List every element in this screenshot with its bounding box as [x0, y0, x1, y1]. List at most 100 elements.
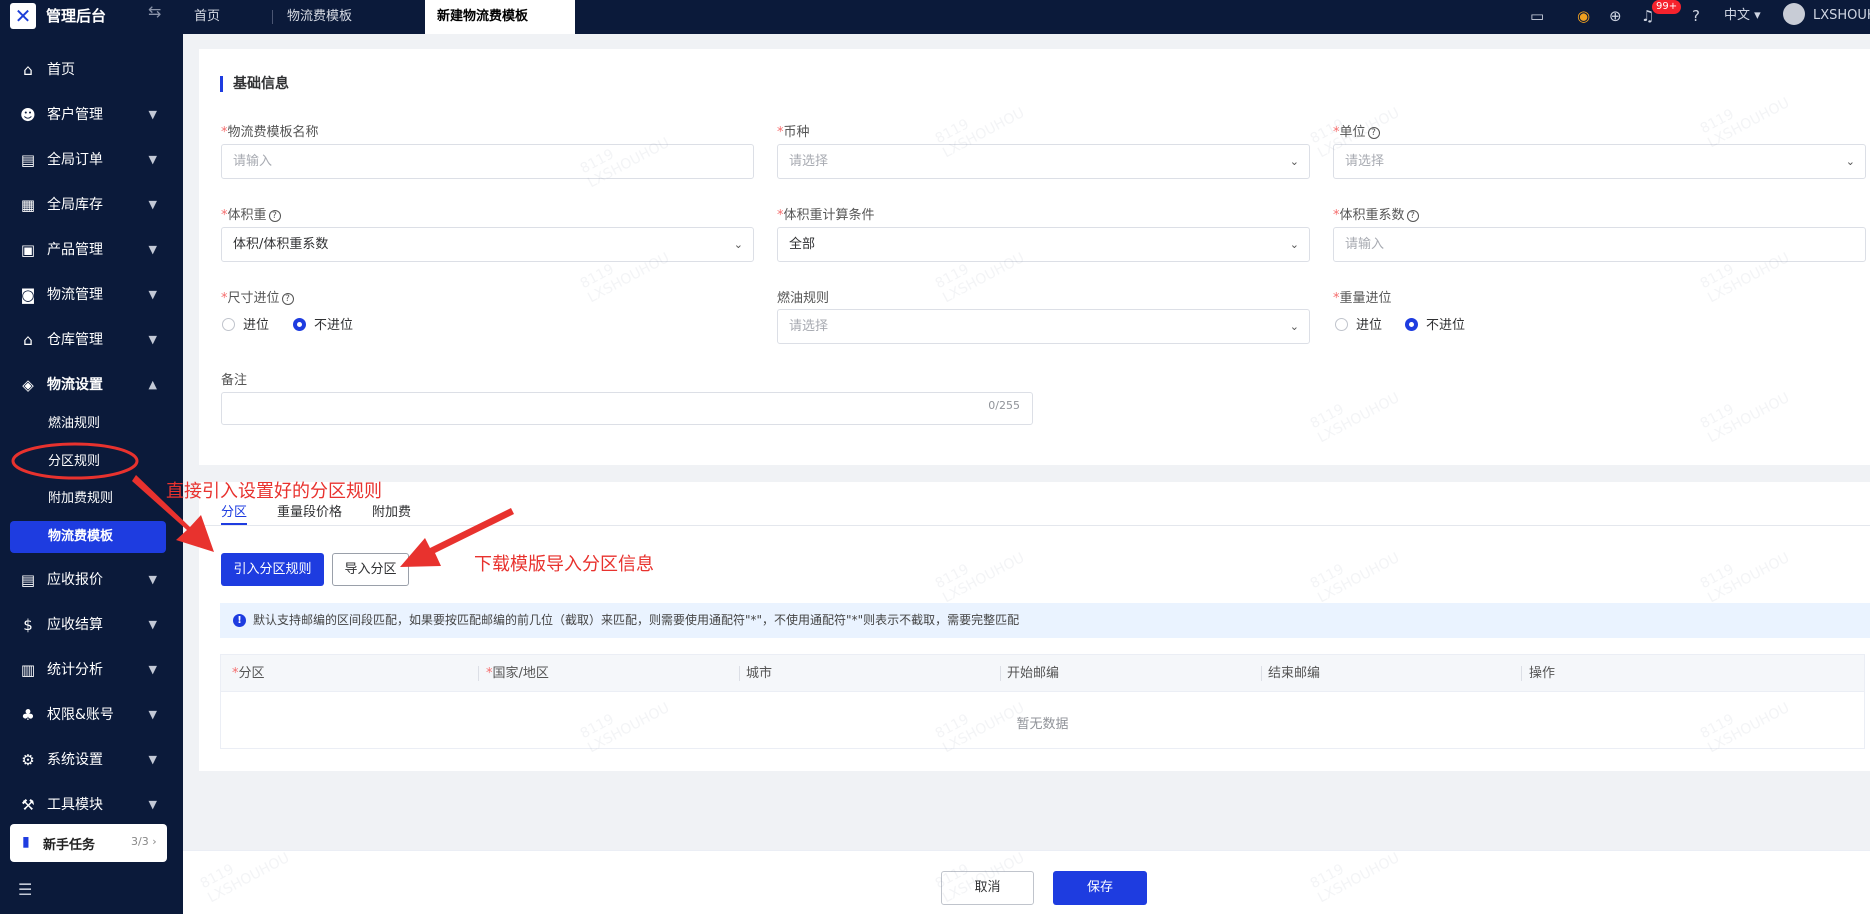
tab-weight-price[interactable]: 重量段价格 — [277, 501, 342, 520]
table-header: *分区 *国家/地区 城市 开始邮编 结束邮编 操作 — [221, 655, 1864, 692]
sidebar-item-receivable-quote[interactable]: ▤ 应收报价 ▼ — [0, 562, 183, 598]
robot-icon[interactable]: ◉ — [1577, 0, 1590, 34]
remark-counter: 0/255 — [988, 399, 1020, 412]
chevron-down-icon: ▼ — [148, 618, 157, 631]
sidebar-item-receivable-settlement[interactable]: $ 应收结算 ▼ — [0, 607, 183, 643]
beginner-task-card[interactable]: ▮ 新手任务 3/3 › — [10, 824, 167, 862]
chevron-down-icon: ▼ — [148, 333, 157, 346]
sidebar-item-products[interactable]: ▣ 产品管理 ▼ — [0, 232, 183, 268]
sidebar-item-label: 统计分析 — [47, 662, 103, 678]
language-select[interactable]: 中文 ▾ — [1724, 0, 1761, 34]
chevron-down-icon: ▼ — [148, 153, 157, 166]
chevron-down-icon: ▼ — [148, 798, 157, 811]
settlement-icon: $ — [23, 616, 33, 634]
fuel-rule-label: 燃油规则 — [777, 291, 830, 306]
size-rounding-radio-no-round[interactable]: 不进位 — [293, 318, 353, 334]
volume-weight-label: *体积重? — [221, 204, 281, 223]
language-label: 中文 — [1724, 8, 1751, 23]
logo-icon: ✕ — [10, 3, 36, 29]
sidebar-item-label: 物流管理 — [47, 287, 103, 303]
tab-zone[interactable]: 分区 — [221, 501, 247, 520]
chevron-down-icon: ⌄ — [1289, 320, 1299, 333]
template-name-input[interactable]: 请输入 — [221, 144, 754, 179]
avatar[interactable] — [1783, 3, 1805, 25]
logistics-settings-icon: ◈ — [22, 376, 34, 394]
sidebar-subitem-logistics-template[interactable]: 物流费模板 — [10, 521, 166, 553]
sidebar-item-label: 全局订单 — [47, 152, 103, 168]
sidebar-item-statistics[interactable]: ▥ 统计分析 ▼ — [0, 652, 183, 688]
volume-coefficient-input[interactable]: 请输入 — [1333, 227, 1866, 262]
annotation-left-text: 直接引入设置好的分区规则 — [166, 481, 382, 502]
sidebar-item-orders[interactable]: ▤ 全局订单 ▼ — [0, 142, 183, 178]
username[interactable]: LXSHOUH — [1813, 0, 1870, 34]
printer-icon[interactable]: ▭ — [1530, 0, 1544, 34]
tab-surcharge[interactable]: 附加费 — [372, 501, 411, 520]
info-text: 默认支持邮编的区间段匹配，如果要按匹配邮编的前几位（截取）来匹配，则需要使用通配… — [253, 613, 1020, 627]
orders-icon: ▤ — [20, 151, 36, 169]
sidebar-item-label: 客户管理 — [47, 107, 103, 123]
volume-coefficient-label: *体积重系数? — [1333, 204, 1419, 223]
chevron-down-icon: ⌄ — [1289, 238, 1299, 251]
help-icon: ? — [1367, 127, 1380, 139]
users-icon: ☻ — [20, 106, 36, 124]
weight-rounding-radio-no-round[interactable]: 不进位 — [1405, 318, 1465, 334]
switch-icon[interactable]: ⇆ — [148, 2, 161, 21]
weight-rounding-radio-round[interactable]: 进位 — [1335, 318, 1382, 334]
help-icon: ? — [268, 210, 281, 222]
chevron-down-icon: ⌄ — [733, 238, 743, 251]
product-icon: ▣ — [20, 241, 36, 259]
task-card-count: 3/3 › — [131, 835, 157, 848]
menu-collapse-icon[interactable]: ☰ — [18, 880, 32, 899]
sidebar-subitem-fuel-rules[interactable]: 燃油规则 — [10, 408, 166, 440]
sidebar-item-label: 权限&账号 — [47, 707, 114, 723]
sidebar-item-system-settings[interactable]: ⚙ 系统设置 ▼ — [0, 742, 183, 778]
unit-select[interactable]: 请选择 ⌄ — [1333, 144, 1866, 179]
size-rounding-label: *尺寸进位? — [221, 287, 294, 306]
section-title: 基础信息 — [220, 76, 289, 92]
template-name-label: *物流费模板名称 — [221, 125, 319, 140]
sidebar-item-warehouse[interactable]: ⌂ 仓库管理 ▼ — [0, 322, 183, 358]
unit-label: *单位? — [1333, 121, 1380, 140]
active-tab-indicator — [221, 523, 247, 525]
column-header-start-zip: 开始邮编 — [1007, 666, 1060, 681]
help-icon: ? — [281, 293, 294, 305]
sidebar-item-customers[interactable]: ☻ 客户管理 ▼ — [0, 97, 183, 133]
download-icon[interactable]: ⊕ — [1609, 0, 1622, 34]
sidebar-item-permissions[interactable]: ♣ 权限&账号 ▼ — [0, 697, 183, 733]
help-icon[interactable]: ? — [1692, 0, 1700, 34]
sidebar-item-label: 全局库存 — [47, 197, 103, 213]
remark-label: 备注 — [221, 373, 248, 388]
sidebar-subitem-zone-rules[interactable]: 分区规则 — [10, 446, 166, 478]
warehouse-icon: ⌂ — [23, 331, 33, 349]
notification-badge: 99+ — [1652, 0, 1682, 14]
sidebar-item-tools[interactable]: ⚒ 工具模块 ▼ — [0, 787, 183, 823]
volume-weight-select[interactable]: 体积/体积重系数 ⌄ — [221, 227, 754, 262]
volume-condition-select[interactable]: 全部 ⌄ — [777, 227, 1310, 262]
sidebar-item-inventory[interactable]: ▦ 全局库存 ▼ — [0, 187, 183, 223]
import-zone-rule-button[interactable]: 引入分区规则 — [221, 553, 324, 586]
sidebar-item-logistics-settings[interactable]: ◈ 物流设置 ▲ — [0, 367, 183, 403]
sidebar-subitem-surcharge-rules[interactable]: 附加费规则 — [10, 483, 166, 515]
import-zone-button[interactable]: 导入分区 — [332, 553, 409, 586]
chevron-down-icon: ▼ — [148, 663, 157, 676]
currency-label: *币种 — [777, 125, 810, 140]
tab-logistics-template[interactable]: 物流费模板 — [275, 0, 364, 34]
column-header-zone: *分区 — [232, 666, 265, 681]
save-button[interactable]: 保存 — [1053, 871, 1147, 905]
cancel-button[interactable]: 取消 — [941, 871, 1034, 905]
tab-home[interactable]: 首页 — [182, 0, 232, 34]
size-rounding-radio-round[interactable]: 进位 — [222, 318, 269, 334]
remark-textarea[interactable]: 0/255 — [221, 392, 1033, 425]
sidebar-item-label: 应收报价 — [47, 572, 103, 588]
quote-icon: ▤ — [20, 571, 36, 589]
info-alert: ! 默认支持邮编的区间段匹配，如果要按匹配邮编的前几位（截取）来匹配，则需要使用… — [220, 603, 1870, 638]
fuel-rule-select[interactable]: 请选择 ⌄ — [777, 309, 1310, 344]
tab-new-logistics-template[interactable]: 新建物流费模板 — [425, 0, 575, 34]
sidebar-item-label: 物流设置 — [47, 377, 103, 393]
sidebar-item-label: 工具模块 — [47, 797, 103, 813]
info-icon: ! — [233, 614, 246, 627]
currency-select[interactable]: 请选择 ⌄ — [777, 144, 1310, 179]
chevron-down-icon: ⌄ — [1845, 155, 1855, 168]
sidebar-item-logistics[interactable]: ◙ 物流管理 ▼ — [0, 277, 183, 313]
sidebar-item-home[interactable]: ⌂ 首页 — [0, 52, 183, 88]
